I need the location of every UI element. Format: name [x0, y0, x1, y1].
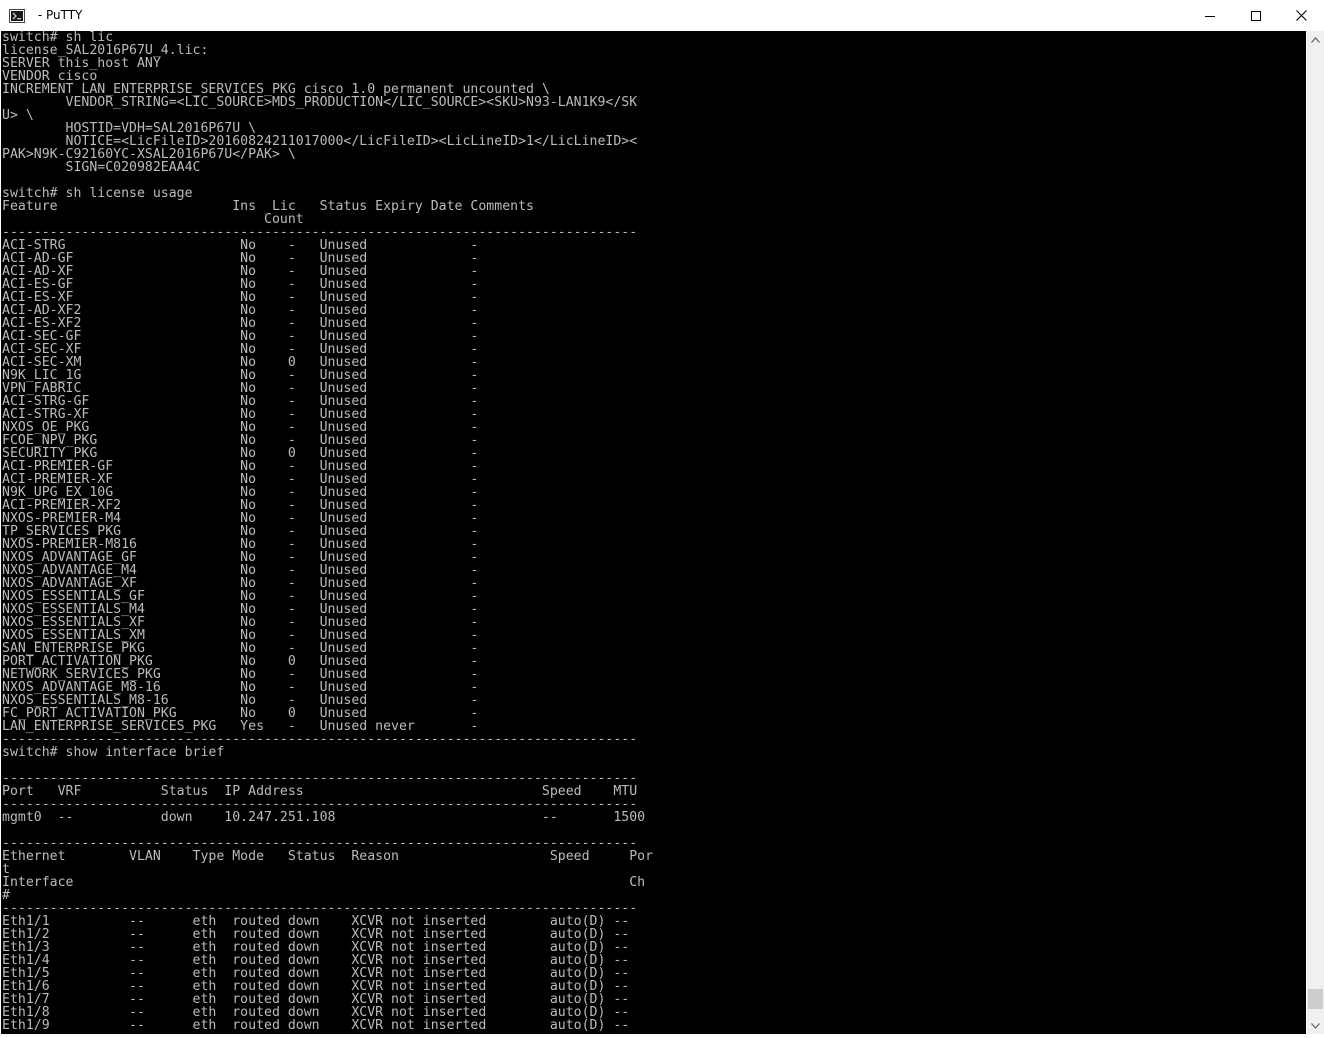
- putty-terminal-icon[interactable]: [9, 8, 25, 23]
- minimize-icon: [1205, 15, 1215, 17]
- scroll-up-button[interactable]: [1307, 31, 1324, 48]
- terminal-line: SERVER this_host ANY: [2, 56, 161, 71]
- terminal-line: mgmt0 -- down 10.247.251.108 -- 1500: [2, 810, 646, 825]
- terminal-lines: switch# sh lic license_SAL2016P67U_4.lic:…: [2, 31, 653, 1032]
- vertical-scrollbar[interactable]: [1307, 31, 1324, 1034]
- scroll-up-arrow-icon: [1311, 36, 1320, 43]
- putty-window: - PuTTY switch# sh lic license_SAL2016P67…: [0, 0, 1324, 1038]
- title-bar[interactable]: - PuTTY: [0, 0, 1324, 31]
- terminal-line: Ethernet VLAN Type Mode Status Reason Sp…: [2, 849, 654, 864]
- scroll-down-button[interactable]: [1307, 1017, 1324, 1034]
- window-bottom-border: [0, 1034, 1324, 1038]
- scroll-down-arrow-icon: [1311, 1022, 1320, 1029]
- maximize-button[interactable]: [1233, 0, 1279, 31]
- close-button[interactable]: [1278, 0, 1324, 31]
- close-icon: [1295, 10, 1307, 21]
- maximize-icon: [1251, 10, 1261, 21]
- scrollbar-thumb[interactable]: [1308, 989, 1323, 1009]
- terminal-line: Interface Ch: [2, 875, 646, 890]
- terminal-line: SIGN=C020982EAA4C: [2, 160, 201, 175]
- window-title: - PuTTY: [34, 8, 83, 22]
- terminal-output[interactable]: switch# sh lic license_SAL2016P67U_4.lic:…: [1, 31, 1306, 1034]
- minimize-button[interactable]: [1187, 0, 1233, 31]
- terminal-line: VENDOR_STRING=<LIC_SOURCE>MDS_PRODUCTION…: [2, 95, 638, 110]
- terminal-line: switch# show interface brief: [2, 745, 225, 760]
- terminal-line: Eth1/9 -- eth routed down XCVR not inser…: [2, 1018, 630, 1033]
